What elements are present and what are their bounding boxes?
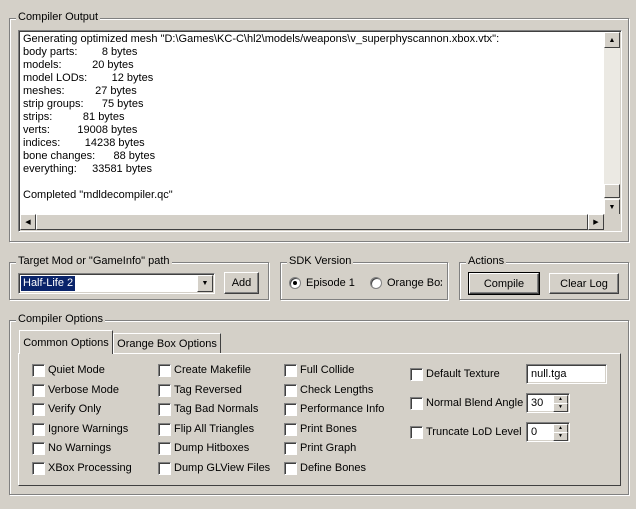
default-texture-label: Default Texture (426, 368, 500, 380)
compiler-log-text: Generating optimized mesh "D:\Games\KC-C… (23, 33, 499, 202)
log-line: verts: 19008 bytes (23, 124, 138, 136)
log-vertical-scrollbar[interactable]: ▲ ▼ (604, 32, 620, 215)
episode1-label: Episode 1 (306, 277, 355, 289)
scroll-up-button[interactable]: ▲ (604, 32, 620, 48)
option-label: Check Lengths (300, 383, 374, 396)
log-line: indices: 14238 bytes (23, 137, 145, 149)
option-label: Print Bones (300, 422, 357, 435)
scroll-corner (604, 214, 620, 230)
option-checkbox[interactable] (32, 422, 45, 436)
truncate-lod-checkbox[interactable] (410, 426, 423, 439)
tab-orange-box-options[interactable]: Orange Box Options (113, 333, 221, 353)
option-checkbox[interactable] (284, 383, 297, 397)
target-mod-select[interactable]: Half-Life 2 ▼ (18, 273, 215, 294)
episode1-radio[interactable] (289, 277, 301, 289)
log-horizontal-scrollbar[interactable]: ◀ ▶ (20, 214, 604, 230)
option-checkbox[interactable] (32, 442, 45, 456)
option-label: Dump Hitboxes (174, 442, 250, 455)
compiler-log[interactable]: Generating optimized mesh "D:\Games\KC-C… (18, 30, 622, 232)
log-line: everything: 33581 bytes (23, 163, 153, 175)
scroll-down-button[interactable]: ▼ (604, 199, 620, 215)
truncate-lod-stepper[interactable]: 0 ▲ ▼ (526, 422, 570, 442)
normal-blend-label: Normal Blend Angle (426, 397, 524, 409)
log-line: model LODs: 12 bytes (23, 72, 154, 84)
option-checkbox[interactable] (284, 364, 297, 377)
scroll-hthumb[interactable] (36, 214, 588, 230)
option-checkbox[interactable] (32, 403, 45, 417)
sdk-version-title: SDK Version (287, 255, 354, 267)
option-checkbox[interactable] (32, 462, 45, 475)
option-label: Ignore Warnings (48, 422, 129, 435)
log-line: models: 20 bytes (23, 59, 134, 71)
compiler-options-title: Compiler Options (16, 313, 105, 325)
option-label: Dump GLView Files (174, 462, 271, 474)
actions-title: Actions (466, 255, 507, 267)
orangebox-label: Orange Box (387, 277, 442, 289)
orangebox-radio[interactable] (370, 277, 382, 289)
option-checkbox[interactable] (284, 462, 297, 475)
option-label: Full Collide (300, 364, 355, 376)
option-checkbox[interactable] (284, 422, 297, 436)
option-label: Flip All Triangles (174, 422, 255, 435)
option-checkbox[interactable] (158, 422, 171, 436)
scroll-thumb[interactable] (604, 184, 620, 198)
option-label: No Warnings (48, 442, 112, 455)
log-line: meshes: 27 bytes (23, 85, 137, 97)
option-label: Performance Info (300, 403, 385, 416)
default-texture-input[interactable]: null.tga (526, 364, 607, 384)
chevron-down-icon[interactable]: ▼ (197, 275, 213, 292)
compile-button[interactable]: Compile (468, 272, 540, 295)
scroll-right-button[interactable]: ▶ (588, 214, 604, 230)
tab-common-options[interactable]: Common Options (19, 330, 113, 354)
option-checkbox[interactable] (284, 403, 297, 417)
stepper-down-icon[interactable]: ▼ (553, 403, 568, 412)
log-line: Generating optimized mesh "D:\Games\KC-C… (23, 33, 500, 45)
option-label: XBox Processing (48, 462, 132, 474)
option-label: Define Bones (300, 462, 367, 474)
target-mod-title: Target Mod or "GameInfo" path (16, 255, 172, 267)
option-checkbox[interactable] (158, 383, 171, 397)
option-checkbox[interactable] (32, 383, 45, 397)
add-button[interactable]: Add (224, 272, 259, 294)
option-label: Create Makefile (174, 364, 252, 376)
log-line: body parts: 8 bytes (23, 46, 138, 58)
option-checkbox[interactable] (158, 462, 171, 475)
stepper-down-icon[interactable]: ▼ (553, 432, 568, 441)
log-line: strip groups: 75 bytes (23, 98, 144, 110)
normal-blend-stepper[interactable]: 30 ▲ ▼ (526, 393, 570, 413)
option-label: Quiet Mode (48, 364, 105, 376)
option-label: Tag Reversed (174, 383, 242, 396)
log-line: Completed "mdldecompiler.qc" (23, 189, 173, 201)
option-checkbox[interactable] (158, 364, 171, 377)
orangebox-label-clip: Orange Box (387, 277, 442, 289)
option-checkbox[interactable] (158, 403, 171, 417)
option-label: Tag Bad Normals (174, 403, 259, 416)
option-checkbox[interactable] (32, 364, 45, 377)
option-checkbox[interactable] (158, 442, 171, 456)
compiler-output-title: Compiler Output (16, 11, 101, 23)
option-label: Print Graph (300, 442, 357, 455)
normal-blend-checkbox[interactable] (410, 397, 423, 410)
default-texture-checkbox[interactable] (410, 368, 423, 381)
log-line: bone changes: 88 bytes (23, 150, 156, 162)
clear-log-button[interactable]: Clear Log (549, 273, 619, 294)
scroll-left-button[interactable]: ◀ (20, 214, 36, 230)
target-mod-value: Half-Life 2 (21, 276, 76, 291)
option-label: Verify Only (48, 403, 102, 416)
option-label: Verbose Mode (48, 383, 119, 396)
option-checkbox[interactable] (284, 442, 297, 456)
log-line: strips: 81 bytes (23, 111, 125, 123)
truncate-lod-label: Truncate LoD Level (426, 426, 522, 438)
